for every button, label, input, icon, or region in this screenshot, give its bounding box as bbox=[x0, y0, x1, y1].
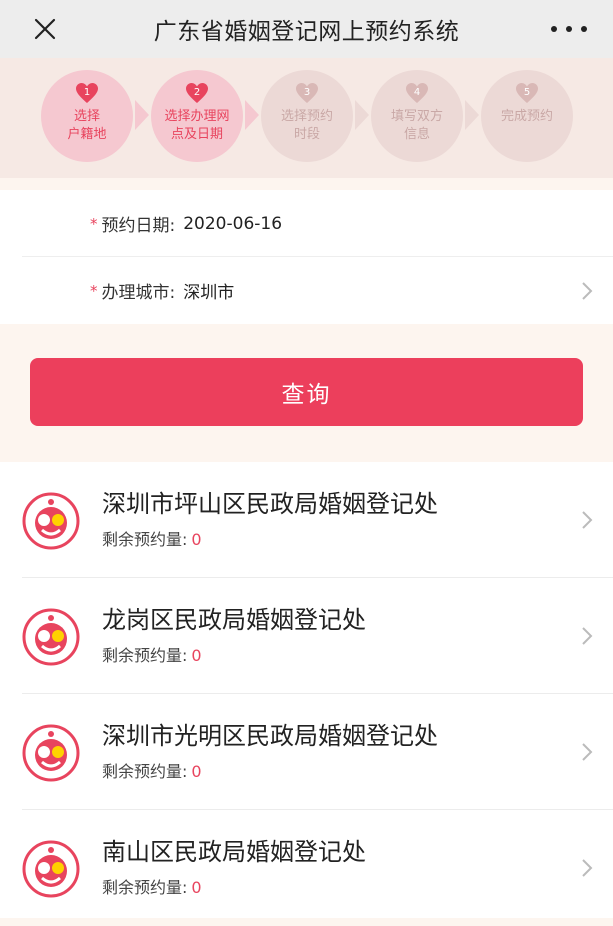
step-4: 4 填写双方 信息 bbox=[371, 70, 463, 162]
date-label: 预约日期: bbox=[101, 216, 176, 236]
required-mark: * bbox=[90, 214, 98, 233]
step-label: 选择预约 时段 bbox=[280, 109, 333, 142]
marriage-registry-logo-icon bbox=[22, 840, 80, 898]
heart-number-icon: 5 bbox=[516, 83, 538, 103]
step-label: 选择办理网 点及日期 bbox=[164, 109, 230, 142]
required-mark: * bbox=[90, 281, 98, 300]
close-icon[interactable] bbox=[30, 14, 60, 44]
svg-text:1: 1 bbox=[84, 87, 90, 98]
remaining-quota: 剩余预约量: 0 bbox=[102, 878, 202, 897]
marriage-registry-logo-icon bbox=[22, 724, 80, 782]
remaining-quota: 剩余预约量: 0 bbox=[102, 646, 202, 665]
remaining-quota: 剩余预约量: 0 bbox=[102, 762, 202, 781]
step-label: 完成预约 bbox=[500, 109, 553, 124]
office-name: 南山区民政局婚姻登记处 bbox=[102, 838, 366, 866]
office-name: 深圳市坪山区民政局婚姻登记处 bbox=[102, 490, 438, 518]
step-arrow-icon bbox=[245, 100, 259, 130]
chevron-right-icon bbox=[582, 511, 593, 529]
date-row[interactable]: * 预约日期: 2020-06-16 bbox=[0, 190, 613, 257]
date-value: 2020-06-16 bbox=[183, 213, 283, 234]
progress-steps: 1 选择 户籍地 2 选择办理网 点及日期 3 选择预约 时段 4 填写双方 信… bbox=[0, 58, 613, 178]
step-label: 填写双方 信息 bbox=[390, 109, 443, 142]
city-label: 办理城市: bbox=[101, 283, 176, 303]
booking-form: * 预约日期: 2020-06-16 * 办理城市: 深圳市 bbox=[0, 190, 613, 324]
top-bar: 广东省婚姻登记网上预约系统 bbox=[0, 0, 613, 58]
step-1: 1 选择 户籍地 bbox=[41, 70, 133, 162]
office-name: 龙岗区民政局婚姻登记处 bbox=[102, 606, 366, 634]
step-arrow-icon bbox=[135, 100, 149, 130]
step-2: 2 选择办理网 点及日期 bbox=[151, 70, 243, 162]
step-arrow-icon bbox=[355, 100, 369, 130]
office-name: 深圳市光明区民政局婚姻登记处 bbox=[102, 722, 438, 750]
heart-number-icon: 2 bbox=[186, 83, 208, 103]
step-5: 5 完成预约 bbox=[481, 70, 573, 162]
marriage-registry-logo-icon bbox=[22, 608, 80, 666]
page-title: 广东省婚姻登记网上预约系统 bbox=[153, 19, 460, 45]
step-3: 3 选择预约 时段 bbox=[261, 70, 353, 162]
list-item[interactable]: 深圳市坪山区民政局婚姻登记处 剩余预约量: 0 bbox=[0, 462, 613, 578]
office-list: 深圳市坪山区民政局婚姻登记处 剩余预约量: 0 龙岗区民政局婚姻登记处 剩余预约量… bbox=[0, 462, 613, 918]
city-row[interactable]: * 办理城市: 深圳市 bbox=[0, 257, 613, 324]
marriage-registry-logo-icon bbox=[22, 492, 80, 550]
svg-text:5: 5 bbox=[524, 87, 530, 98]
heart-number-icon: 4 bbox=[406, 83, 428, 103]
heart-number-icon: 3 bbox=[296, 83, 318, 103]
more-dots-icon[interactable] bbox=[551, 14, 587, 44]
chevron-right-icon bbox=[582, 627, 593, 645]
remaining-quota: 剩余预约量: 0 bbox=[102, 530, 202, 549]
list-item[interactable]: 龙岗区民政局婚姻登记处 剩余预约量: 0 bbox=[0, 578, 613, 694]
chevron-right-icon bbox=[582, 743, 593, 761]
svg-text:4: 4 bbox=[414, 87, 420, 98]
heart-number-icon: 1 bbox=[76, 83, 98, 103]
chevron-right-icon bbox=[582, 859, 593, 877]
chevron-right-icon bbox=[582, 282, 593, 300]
list-item[interactable]: 深圳市光明区民政局婚姻登记处 剩余预约量: 0 bbox=[0, 694, 613, 810]
svg-text:3: 3 bbox=[304, 87, 310, 98]
svg-text:2: 2 bbox=[194, 87, 200, 98]
query-button[interactable]: 查询 bbox=[30, 358, 583, 426]
city-value: 深圳市 bbox=[183, 283, 235, 303]
step-label: 选择 户籍地 bbox=[67, 109, 107, 142]
step-arrow-icon bbox=[465, 100, 479, 130]
list-item[interactable]: 南山区民政局婚姻登记处 剩余预约量: 0 bbox=[0, 810, 613, 926]
